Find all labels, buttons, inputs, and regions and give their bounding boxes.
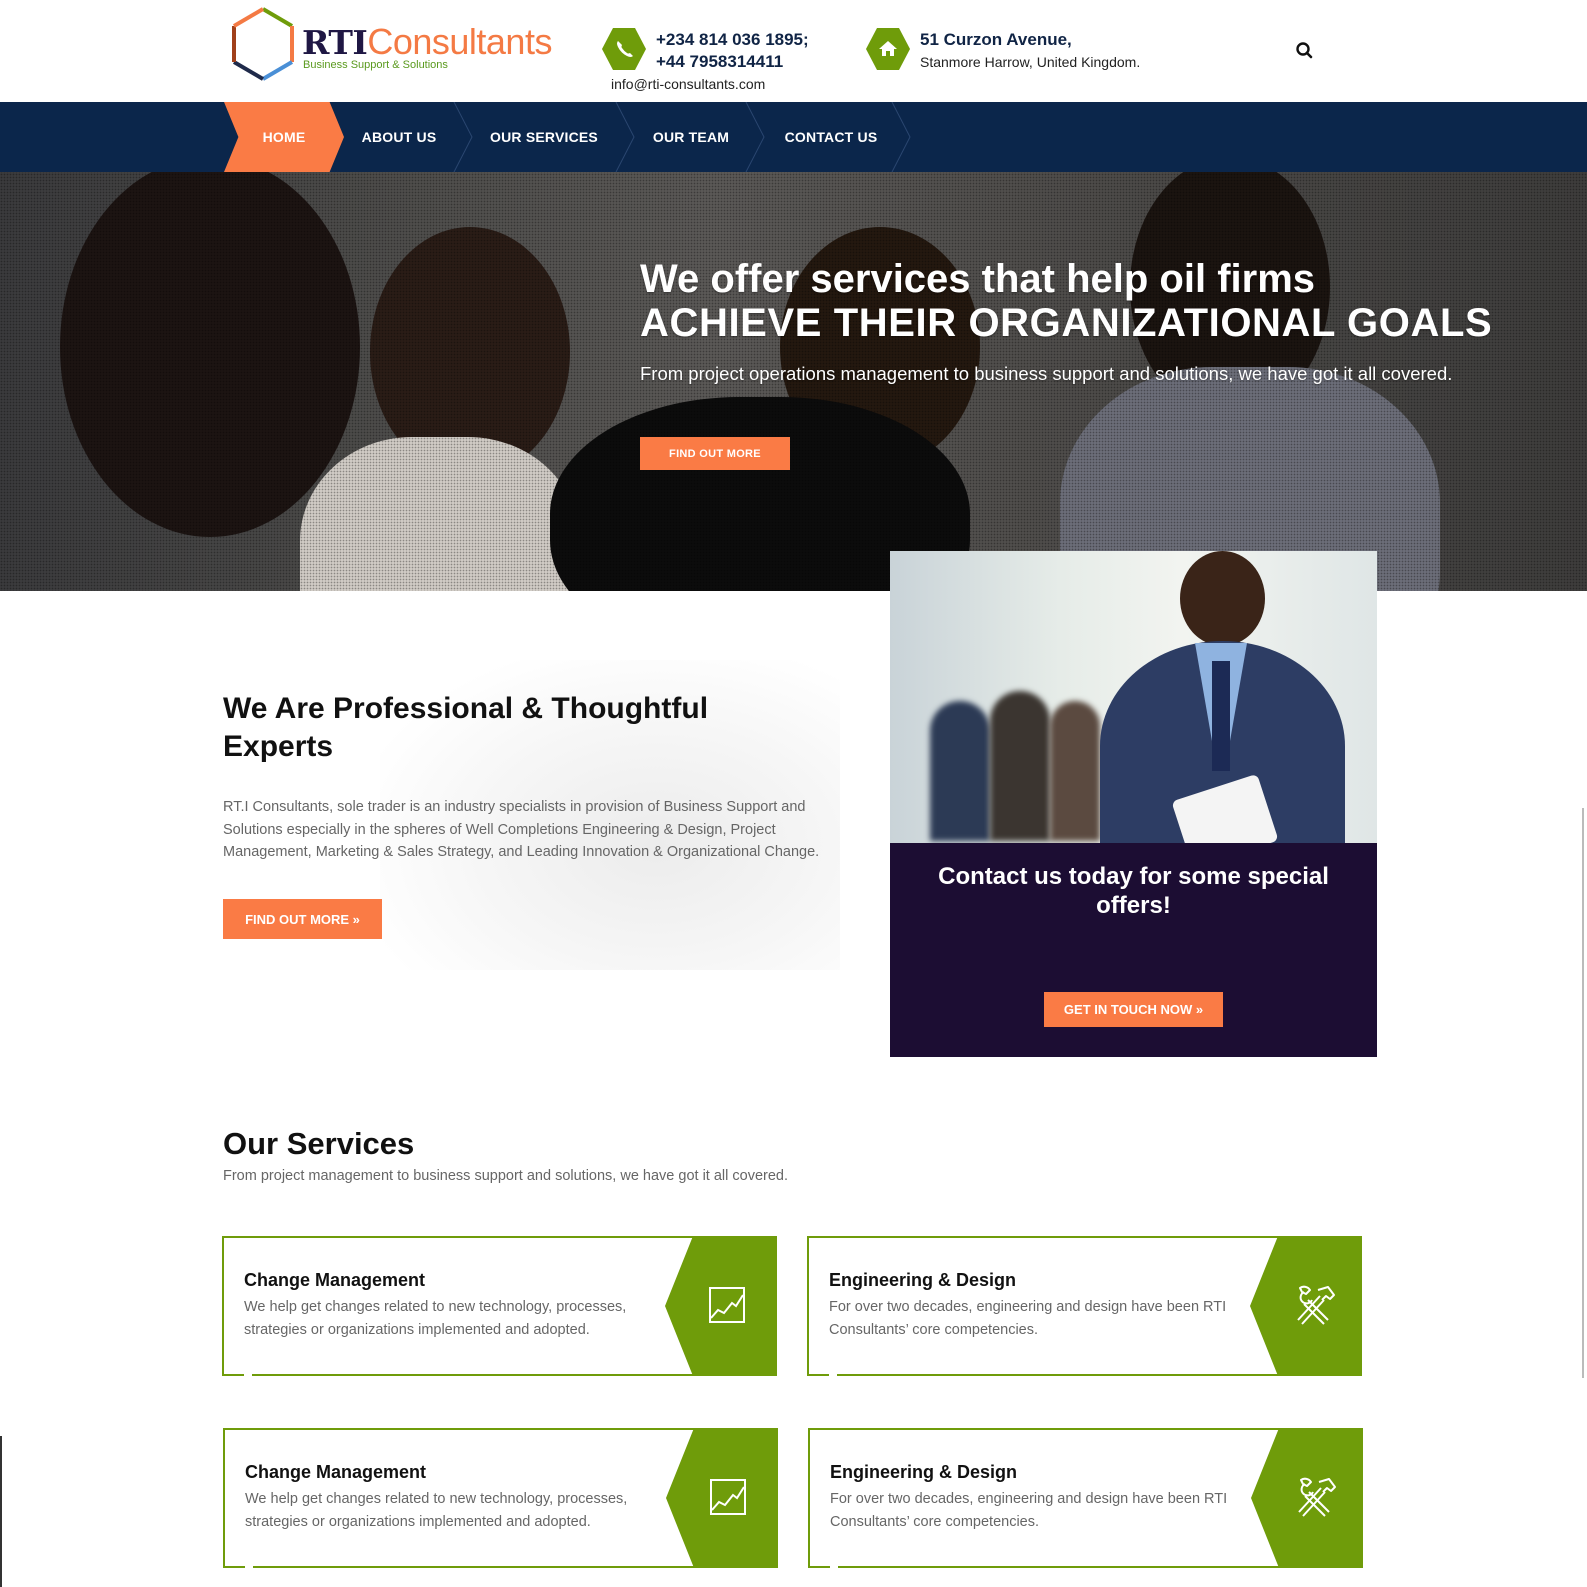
service-card[interactable]: Engineering & Design For over two decade…	[807, 1236, 1362, 1377]
home-icon	[866, 28, 910, 70]
services-subtitle: From project management to business supp…	[223, 1168, 788, 1184]
logo-tagline: Business Support & Solutions	[303, 59, 448, 71]
service-card-title: Engineering & Design	[829, 1270, 1017, 1290]
page-edge-line	[0, 1436, 2, 1587]
email-link[interactable]: info@rti-consultants.com	[611, 76, 765, 92]
card-border-gap	[245, 1565, 253, 1569]
chart-icon	[710, 1479, 746, 1515]
logo[interactable]: RTIConsultants Business Support & Soluti…	[230, 6, 552, 82]
nav-item-home[interactable]: HOME	[224, 102, 344, 172]
about-find-out-more-button[interactable]: FIND OUT MORE »	[223, 899, 382, 939]
service-card-title: Change Management	[245, 1462, 427, 1482]
hero-banner: We offer services that help oil firms AC…	[0, 137, 1587, 591]
nav-item-contact-us[interactable]: CONTACT US	[766, 102, 896, 172]
cta-panel: Contact us today for some special offers…	[890, 843, 1377, 1057]
service-card-desc: We help get changes related to new techn…	[245, 1491, 628, 1530]
hero-subtitle: From project operations management to bu…	[640, 363, 1453, 384]
cta-photo-businessman	[890, 551, 1377, 843]
cta-title: Contact us today for some special offers…	[938, 863, 1329, 919]
card-border-gap	[829, 1373, 837, 1377]
photo-blur-figure	[990, 691, 1050, 841]
service-card[interactable]: Change Management We help get changes re…	[223, 1428, 778, 1569]
tools-icon	[1298, 1477, 1336, 1517]
nav-separator	[615, 102, 635, 172]
address-line-2: Stanmore Harrow, United Kingdom.	[920, 54, 1141, 70]
chart-icon	[709, 1287, 745, 1323]
logo-wordmark: RTIConsultants	[302, 24, 552, 60]
logo-brand-light: Consultants	[367, 21, 552, 62]
services-heading: Our Services	[223, 1126, 415, 1161]
photo-blur-figure	[930, 701, 990, 841]
service-card[interactable]: Engineering & Design For over two decade…	[808, 1428, 1363, 1569]
phone-line-2[interactable]: +44 7958314411	[656, 52, 783, 72]
phone-line-1[interactable]: +234 814 036 1895;	[656, 30, 809, 50]
service-card-desc: We help get changes related to new techn…	[244, 1299, 627, 1338]
logo-brand-bold: RTI	[302, 23, 368, 62]
logo-hexagon-icon	[232, 7, 294, 81]
hero-title: We offer services that help oil firms AC…	[640, 257, 1492, 345]
nav-item-our-services[interactable]: OUR SERVICES	[474, 102, 614, 172]
get-in-touch-button[interactable]: GET IN TOUCH NOW »	[1044, 992, 1223, 1027]
card-border-gap	[244, 1373, 252, 1377]
service-card-desc: For over two decades, engineering and de…	[829, 1299, 1227, 1338]
service-card[interactable]: Change Management We help get changes re…	[222, 1236, 777, 1377]
service-card-title: Engineering & Design	[830, 1462, 1018, 1482]
photo-man-tie	[1212, 661, 1230, 771]
hero-find-out-more-button[interactable]: FIND OUT MORE	[640, 437, 790, 470]
service-card-desc: For over two decades, engineering and de…	[830, 1491, 1228, 1530]
nav-separator	[745, 102, 765, 172]
main-nav: HOME ABOUT US OUR SERVICES OUR TEAM CONT…	[0, 102, 1587, 172]
search-icon[interactable]	[1294, 40, 1316, 62]
hero-title-line-1: We offer services that help oil firms	[640, 257, 1316, 301]
tools-icon	[1297, 1285, 1335, 1325]
photo-blur-figure	[1050, 701, 1100, 841]
nav-item-our-team[interactable]: OUR TEAM	[636, 102, 746, 172]
photo-man-head	[1180, 551, 1265, 646]
hero-title-line-2: ACHIEVE THEIR ORGANIZATIONAL GOALS	[640, 301, 1493, 345]
service-card-title: Change Management	[244, 1270, 426, 1290]
site-header: RTIConsultants Business Support & Soluti…	[0, 0, 1587, 102]
address-line-1: 51 Curzon Avenue,	[920, 30, 1072, 49]
page-edge-line	[1582, 808, 1584, 1378]
nav-separator	[453, 102, 473, 172]
about-heading: We Are Professional & Thoughtful Experts	[223, 692, 709, 764]
phone-icon	[602, 28, 646, 70]
nav-separator	[891, 102, 911, 172]
nav-item-about-us[interactable]: ABOUT US	[344, 102, 454, 172]
card-border-gap	[830, 1565, 838, 1569]
about-body: RT.I Consultants, sole trader is an indu…	[223, 799, 820, 860]
